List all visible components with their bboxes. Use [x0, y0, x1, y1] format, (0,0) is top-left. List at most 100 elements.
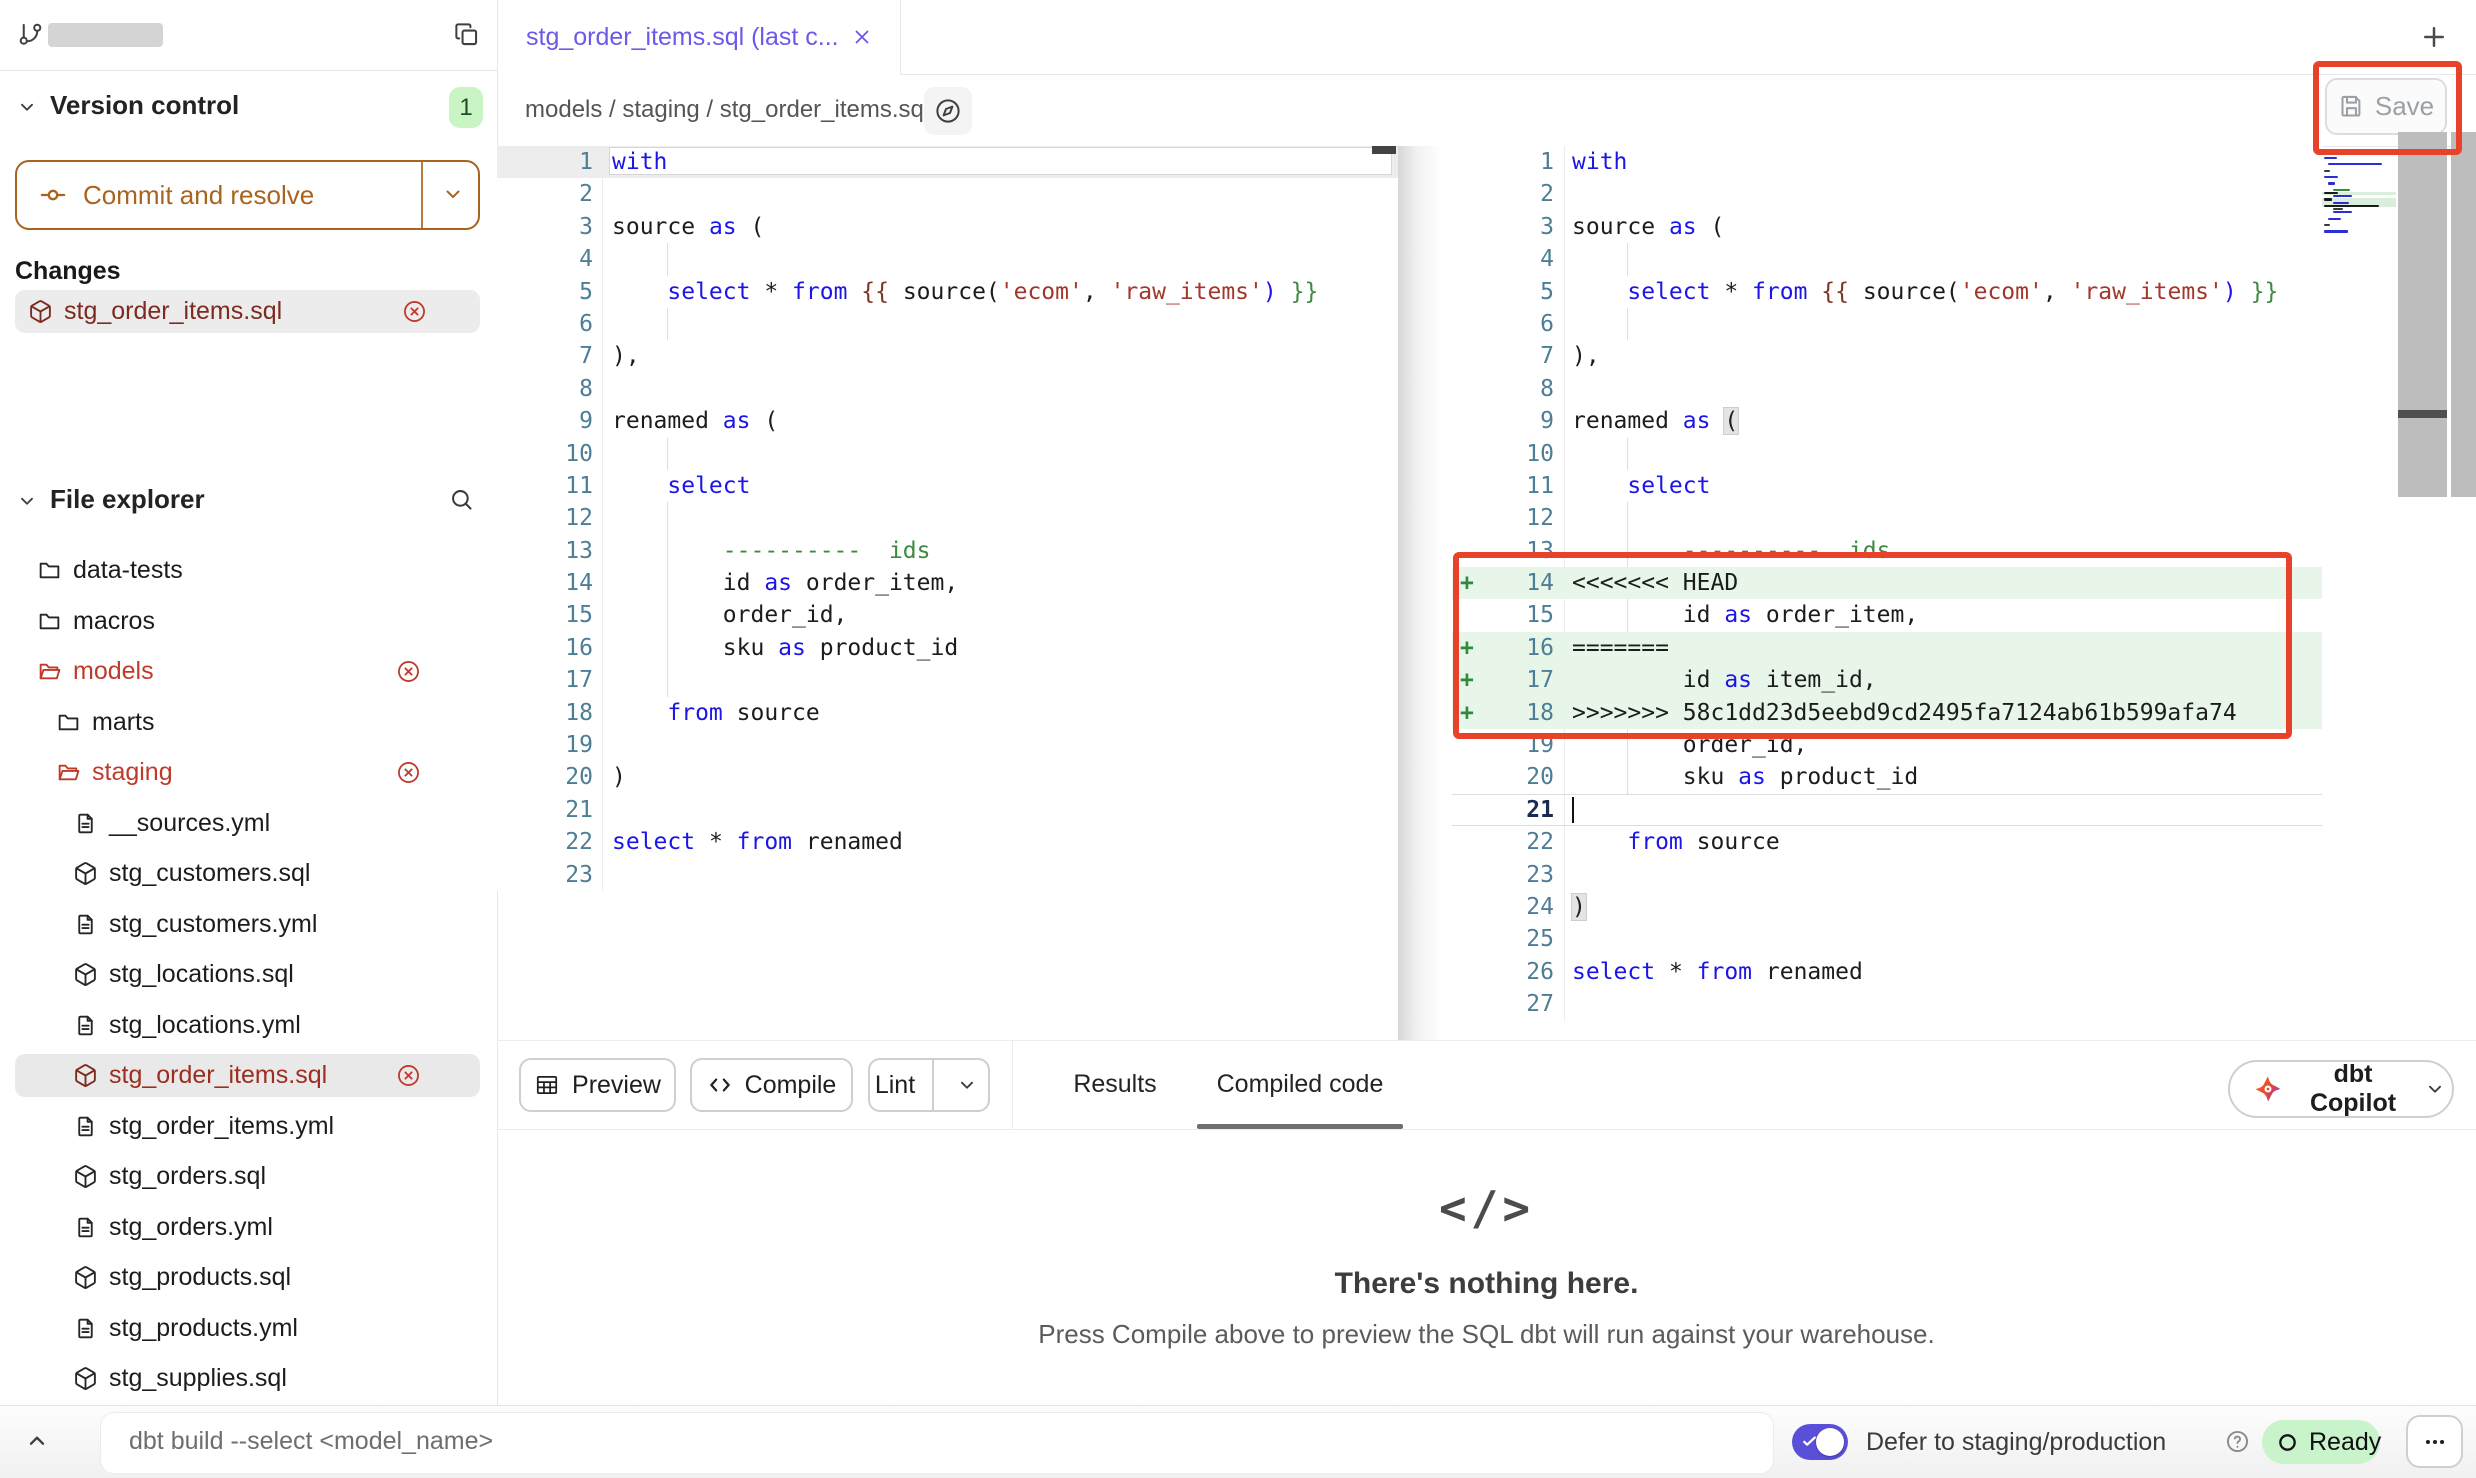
- code-line-19[interactable]: 19: [497, 729, 1398, 761]
- code-line-10[interactable]: 10: [1452, 438, 2322, 470]
- file-tree-item--sources-yml[interactable]: __sources.yml: [0, 802, 497, 845]
- code-line-2[interactable]: 2: [1452, 178, 2322, 210]
- circled-x-icon[interactable]: [395, 1062, 422, 1089]
- code-line-19[interactable]: 19 order_id,: [1452, 729, 2322, 761]
- code-line-10[interactable]: 10: [497, 438, 1398, 470]
- code-line-7[interactable]: 7),: [1452, 340, 2322, 372]
- file-tree-item-stg-orders-sql[interactable]: stg_orders.sql: [0, 1155, 497, 1198]
- code-line-23[interactable]: 23: [497, 859, 1398, 891]
- code-line-17[interactable]: 17: [497, 664, 1398, 696]
- file-tree-item-stg-products-sql[interactable]: stg_products.sql: [0, 1256, 497, 1299]
- file-tree-item-models[interactable]: models: [0, 650, 497, 693]
- changed-file-item[interactable]: stg_order_items.sql: [15, 290, 480, 333]
- code-line-21[interactable]: 21: [1452, 794, 2322, 826]
- code-line-5[interactable]: 5 select * from {{ source('ecom', 'raw_i…: [497, 276, 1398, 308]
- code-line-27[interactable]: 27: [1452, 988, 2322, 1020]
- file-tree-item-stg-order-items-sql[interactable]: stg_order_items.sql: [0, 1054, 497, 1097]
- copy-icon[interactable]: [453, 21, 480, 48]
- code-line-13[interactable]: 13 ---------- ids: [497, 535, 1398, 567]
- chevron-down-icon[interactable]: [16, 96, 38, 118]
- code-line-17[interactable]: +17 id as item_id,: [1452, 664, 2322, 696]
- code-line-13[interactable]: 13 ---------- ids: [1452, 535, 2322, 567]
- more-options-button[interactable]: [2406, 1415, 2463, 1468]
- circled-x-icon[interactable]: [395, 759, 422, 786]
- left-scrollbar-thumb[interactable]: [1372, 146, 1396, 154]
- code-line-15[interactable]: 15 order_id,: [497, 599, 1398, 631]
- code-line-7[interactable]: 7),: [497, 340, 1398, 372]
- code-line-9[interactable]: 9renamed as (: [1452, 405, 2322, 437]
- code-line-14[interactable]: +14<<<<<<< HEAD: [1452, 567, 2322, 599]
- defer-toggle[interactable]: [1792, 1424, 1848, 1460]
- code-line-6[interactable]: 6: [497, 308, 1398, 340]
- scrollbar-track[interactable]: [2398, 132, 2447, 497]
- code-line-3[interactable]: 3source as (: [497, 211, 1398, 243]
- file-tree-item-stg-products-yml[interactable]: stg_products.yml: [0, 1307, 497, 1350]
- code-line-3[interactable]: 3source as (: [1452, 211, 2322, 243]
- code-line-21[interactable]: 21: [497, 794, 1398, 826]
- code-line-2[interactable]: 2: [497, 178, 1398, 210]
- preview-button[interactable]: Preview: [519, 1058, 676, 1112]
- circled-x-icon[interactable]: [395, 658, 422, 685]
- code-line-16[interactable]: 16 sku as product_id: [497, 632, 1398, 664]
- close-icon[interactable]: [851, 26, 873, 48]
- file-tree-item-stg-supplies-sql[interactable]: stg_supplies.sql: [0, 1357, 497, 1400]
- code-line-8[interactable]: 8: [497, 373, 1398, 405]
- code-line-24[interactable]: 24): [1452, 891, 2322, 923]
- tab-stg-order-items[interactable]: stg_order_items.sql (last c...: [498, 0, 901, 74]
- tab-results[interactable]: Results: [1055, 1040, 1175, 1129]
- code-line-15[interactable]: 15 id as order_item,: [1452, 599, 2322, 631]
- chevron-down-icon[interactable]: [16, 490, 38, 512]
- minimap[interactable]: [2322, 150, 2396, 280]
- chevron-down-icon[interactable]: [946, 1074, 988, 1096]
- code-line-9[interactable]: 9renamed as (: [497, 405, 1398, 437]
- file-tree-item-marts[interactable]: marts: [0, 701, 497, 744]
- chevron-up-icon[interactable]: [24, 1428, 50, 1454]
- code-line-20[interactable]: 20 sku as product_id: [1452, 761, 2322, 793]
- code-line-26[interactable]: 26select * from renamed: [1452, 956, 2322, 988]
- lineage-compass-icon[interactable]: [924, 87, 972, 135]
- code-line-23[interactable]: 23: [1452, 859, 2322, 891]
- command-input[interactable]: dbt build --select <model_name>: [100, 1412, 1774, 1474]
- code-line-1[interactable]: 1with: [497, 146, 1398, 178]
- file-tree-item-stg-orders-yml[interactable]: stg_orders.yml: [0, 1206, 497, 1249]
- chevron-down-icon[interactable]: [441, 182, 465, 206]
- editor-pane-current[interactable]: 1with23source as (45 select * from {{ so…: [1452, 146, 2322, 1021]
- file-tree-item-stg-locations-sql[interactable]: stg_locations.sql: [0, 953, 497, 996]
- save-button[interactable]: Save: [2325, 78, 2447, 135]
- code-line-22[interactable]: 22 from source: [1452, 826, 2322, 858]
- code-line-12[interactable]: 12: [1452, 502, 2322, 534]
- file-tree-item-stg-customers-sql[interactable]: stg_customers.sql: [0, 852, 497, 895]
- code-line-8[interactable]: 8: [1452, 373, 2322, 405]
- file-tree-item-stg-customers-yml[interactable]: stg_customers.yml: [0, 903, 497, 946]
- code-line-18[interactable]: +18>>>>>>> 58c1dd23d5eebd9cd2495fa7124ab…: [1452, 697, 2322, 729]
- help-question-icon[interactable]: [2224, 1428, 2251, 1455]
- code-line-22[interactable]: 22select * from renamed: [497, 826, 1398, 858]
- code-line-20[interactable]: 20): [497, 761, 1398, 793]
- code-line-18[interactable]: 18 from source: [497, 697, 1398, 729]
- code-line-5[interactable]: 5 select * from {{ source('ecom', 'raw_i…: [1452, 276, 2322, 308]
- file-tree-item-data-tests[interactable]: data-tests: [0, 549, 497, 592]
- new-tab-plus-icon[interactable]: [2418, 21, 2450, 53]
- editor-pane-original[interactable]: 1with23source as (45 select * from {{ so…: [497, 146, 1398, 891]
- commit-and-resolve-button[interactable]: Commit and resolve: [15, 160, 480, 230]
- lint-button[interactable]: Lint: [868, 1058, 990, 1112]
- file-tree-item-stg-order-items-yml[interactable]: stg_order_items.yml: [0, 1105, 497, 1148]
- code-line-11[interactable]: 11 select: [497, 470, 1398, 502]
- dbt-copilot-button[interactable]: dbt Copilot: [2228, 1060, 2454, 1118]
- code-line-25[interactable]: 25: [1452, 923, 2322, 955]
- compile-button[interactable]: Compile: [690, 1058, 853, 1112]
- search-icon[interactable]: [448, 486, 475, 513]
- code-line-4[interactable]: 4: [1452, 243, 2322, 275]
- code-line-14[interactable]: 14 id as order_item,: [497, 567, 1398, 599]
- file-tree-item-staging[interactable]: staging: [0, 751, 497, 794]
- tab-compiled-code[interactable]: Compiled code: [1185, 1040, 1415, 1129]
- file-tree-item-stg-locations-yml[interactable]: stg_locations.yml: [0, 1004, 497, 1047]
- circled-x-icon[interactable]: [401, 298, 428, 325]
- code-line-6[interactable]: 6: [1452, 308, 2322, 340]
- code-line-11[interactable]: 11 select: [1452, 470, 2322, 502]
- scrollbar-track-outer[interactable]: [2451, 132, 2476, 497]
- code-line-4[interactable]: 4: [497, 243, 1398, 275]
- code-line-12[interactable]: 12: [497, 502, 1398, 534]
- code-line-16[interactable]: +16=======: [1452, 632, 2322, 664]
- file-tree-item-macros[interactable]: macros: [0, 600, 497, 643]
